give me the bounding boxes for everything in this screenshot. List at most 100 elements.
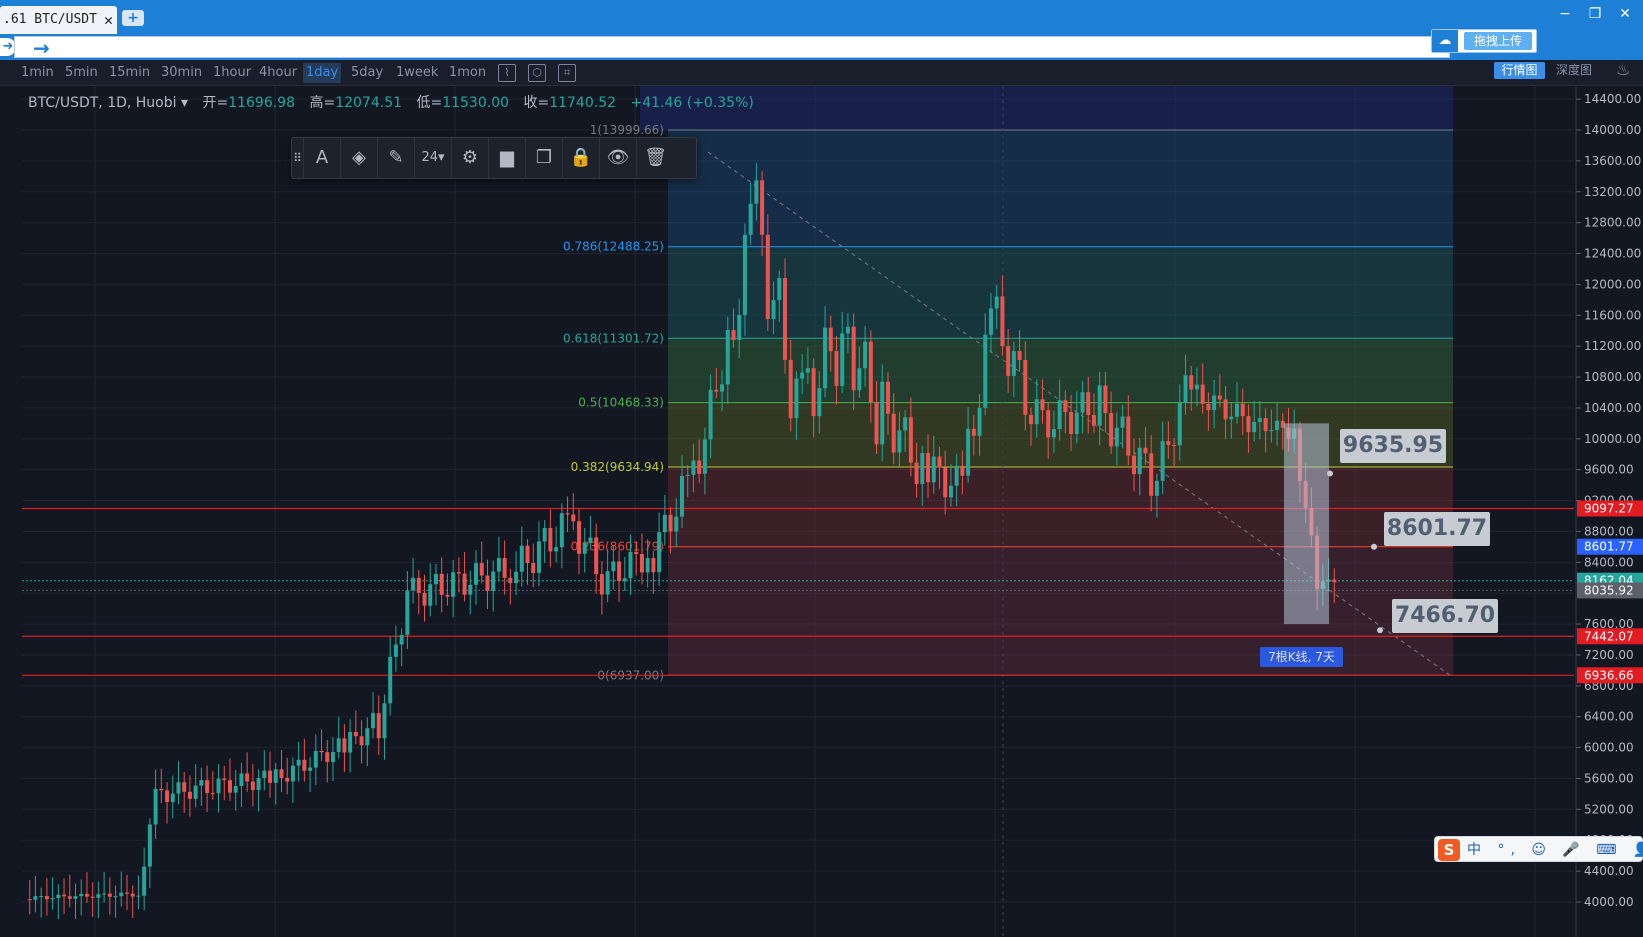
cloud-upload-widget[interactable]: ☁ 拖拽上传 [1431,29,1537,53]
callout-anchor-dot[interactable] [1327,470,1333,477]
callout-anchor-dot[interactable] [1377,627,1383,634]
candle-body [411,577,416,591]
trash-icon[interactable]: 🗑 [637,138,674,178]
axis-tick-label: 4000.00 [1584,895,1634,909]
interval-1week[interactable]: 1week [393,63,441,83]
candle-body [416,577,421,593]
new-tab-button[interactable]: + [122,10,144,26]
go-arrow-icon[interactable]: → [33,37,50,59]
settings-icon[interactable]: ⚙ [452,138,489,178]
layers-icon[interactable]: ▆ [489,138,526,178]
candle-body [445,594,450,597]
callout-price-3[interactable]: 7466.70 [1392,599,1498,633]
candle-body [451,572,456,597]
candle-body [102,893,107,895]
date-range-box[interactable] [1284,423,1329,625]
candle-body [1189,375,1194,390]
candle-body [371,713,376,729]
candle-body [725,330,730,385]
candle-body [685,474,690,476]
text-color-icon[interactable]: A [304,138,341,178]
interval-5day[interactable]: 5day [348,63,386,83]
candle-body [1149,453,1154,496]
interval-15min[interactable]: 15min [106,63,153,83]
candle-body [536,541,541,574]
sogou-logo-icon[interactable]: S [1438,839,1460,861]
fib-top-band [640,86,1453,130]
candle-body [1246,416,1251,433]
candle-body [302,759,307,771]
candle-body [634,551,639,555]
callout-price-1[interactable]: 9635.95 [1340,429,1446,463]
restore-button[interactable]: ❐ [1583,6,1607,22]
candle-body [674,516,679,532]
chart-type-icon[interactable]: ⌇ [498,64,516,82]
candle-body [794,378,799,419]
candle-body [1177,403,1182,446]
candle-body [262,770,267,779]
candle-body [268,770,273,783]
symbol-label[interactable]: BTC/USDT, 1D, Huobi [28,95,177,111]
candle-body [496,558,501,572]
interval-1mon[interactable]: 1mon [446,63,489,83]
candle-body [210,792,215,794]
interval-1hour[interactable]: 1hour [210,63,254,83]
tab-depth[interactable]: 深度图 [1556,62,1592,79]
pencil-icon[interactable]: ✎ [378,138,415,178]
candle-body [136,895,141,897]
candle-body [1051,429,1056,438]
close-button[interactable]: ✕ [1613,6,1637,22]
candle-body [422,592,427,606]
candle-body [142,866,147,896]
candle-body [760,180,765,235]
drag-handle-icon[interactable]: ⠿ [292,138,304,178]
candle-body [388,656,393,704]
candle-body [777,278,782,301]
ime-items[interactable]: 中 °, ☺ 🎤 ⌨ 👤 👕 ⊞ [1467,840,1643,860]
candle-body [823,327,828,389]
callout-anchor-dot[interactable] [1371,543,1377,550]
fib-level-label: 0.786(12488.25) [563,240,664,254]
eye-icon[interactable]: 👁 [600,138,637,178]
interval-1min[interactable]: 1min [18,63,57,83]
callout-price-2[interactable]: 8601.77 [1384,512,1490,546]
lock-icon[interactable]: 🔒 [563,138,600,178]
tab-close-icon[interactable]: ✕ [104,6,113,34]
axis-tick-label: 13600.00 [1584,154,1641,168]
url-input[interactable]: → [14,36,1450,59]
candle-body [250,781,255,791]
candle-body [205,780,210,793]
ime-toolbar[interactable]: S 中 °, ☺ 🎤 ⌨ 👤 👕 ⊞ [1434,836,1643,862]
chevron-down-icon[interactable]: ▾ [177,95,188,111]
candle-body [159,788,164,791]
flame-icon[interactable]: ♨ [1616,60,1630,79]
tab-title: .61 BTC/USDT [3,12,97,27]
candle-body [559,513,564,548]
candle-body [508,577,513,584]
candle-body [39,896,44,898]
interval-1day[interactable]: 1day [303,63,342,83]
tab-chart[interactable]: 行情图 [1494,62,1545,79]
clone-icon[interactable]: ❐ [526,138,563,178]
indicator-icon[interactable]: ⬡ [528,64,546,82]
axis-tick-label: 10800.00 [1584,370,1641,384]
open-value: 11696.98 [228,95,296,111]
candle-body [456,572,461,574]
candle-body [216,778,221,794]
candle-body [1132,455,1137,475]
minimize-button[interactable]: − [1553,6,1577,22]
cloud-upload-button[interactable]: 拖拽上传 [1464,32,1532,50]
candle-body [645,558,650,573]
interval-5min[interactable]: 5min [62,63,101,83]
fill-color-icon[interactable]: ◈ [341,138,378,178]
price-tag-label: 9097.27 [1584,501,1634,515]
candle-body [1229,416,1234,420]
axis-tick-label: 4400.00 [1584,864,1634,878]
browser-tab[interactable]: .61 BTC/USDT ✕ [0,6,117,34]
candle-body [199,780,204,786]
candle-body [222,778,227,781]
screenshot-icon[interactable]: ⌗ [558,64,576,82]
interval-30min[interactable]: 30min [158,63,205,83]
font-size-dropdown[interactable]: 24▾ [415,138,452,178]
interval-4hour[interactable]: 4hour [256,63,300,83]
